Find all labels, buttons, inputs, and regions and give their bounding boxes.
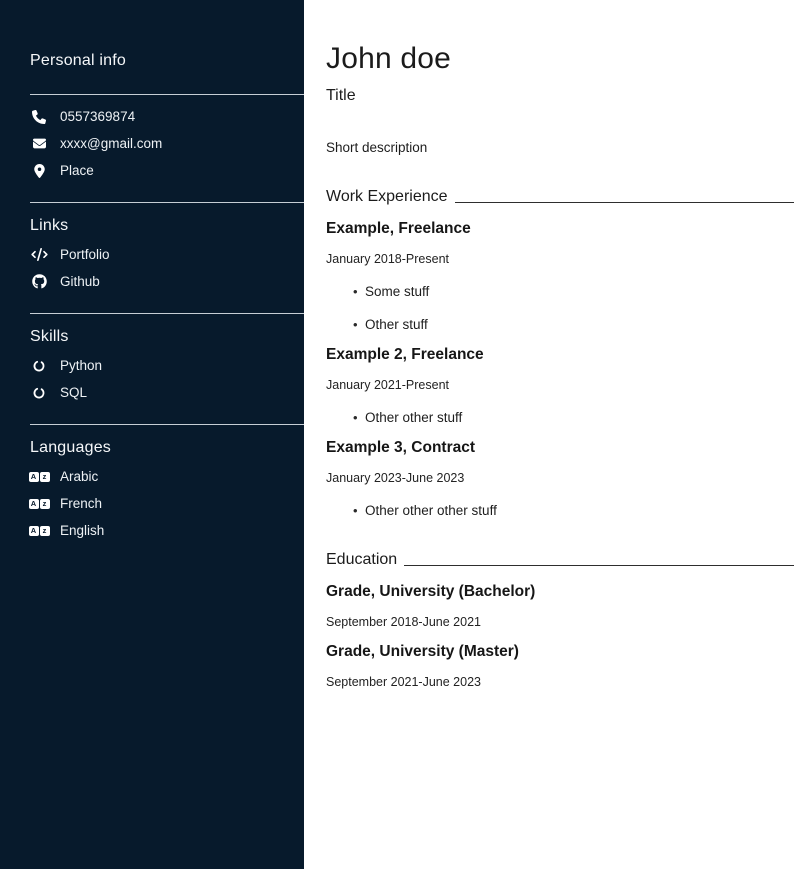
- phone-icon: [30, 110, 48, 124]
- email-address: xxxx@gmail.com: [60, 136, 162, 151]
- sidebar-section-title-languages: Languages: [30, 439, 304, 457]
- language-icon: Az: [30, 499, 48, 509]
- work-entry-date: January 2018-Present: [326, 252, 794, 266]
- section-heading-work-experience: Work Experience: [326, 188, 794, 206]
- work-entry-bullets: Other other stuff: [326, 410, 794, 425]
- sidebar-section-title-personal-info: Personal info: [30, 52, 304, 70]
- link-item-github[interactable]: Github: [30, 268, 304, 295]
- language-arabic: Arabic: [60, 469, 98, 484]
- work-entry: Example 2, Freelance January 2021-Presen…: [326, 346, 794, 425]
- contact-item-phone: 0557369874: [30, 103, 304, 130]
- github-link[interactable]: Github: [60, 274, 100, 289]
- sidebar: Personal info 0557369874 xxxx@gmail.com …: [0, 0, 304, 869]
- sidebar-divider: [30, 202, 304, 203]
- short-description: Short description: [326, 140, 794, 155]
- language-item-english: Az English: [30, 517, 304, 544]
- sidebar-section-title-links: Links: [30, 217, 304, 235]
- bullet-item: Other stuff: [353, 317, 794, 332]
- code-icon: [30, 248, 48, 261]
- work-entry: Example 3, Contract January 2023-June 20…: [326, 439, 794, 518]
- location-pin-icon: [30, 164, 48, 178]
- skill-sql: SQL: [60, 385, 87, 400]
- education-entry: Grade, University (Bachelor) September 2…: [326, 583, 794, 629]
- portfolio-link[interactable]: Portfolio: [60, 247, 110, 262]
- work-entry-date: January 2021-Present: [326, 378, 794, 392]
- job-title: Title: [326, 87, 794, 105]
- education-entry-title: Grade, University (Master): [326, 643, 794, 661]
- main-content: John doe Title Short description Work Ex…: [304, 0, 794, 869]
- language-french: French: [60, 496, 102, 511]
- work-entry-title: Example, Freelance: [326, 220, 794, 238]
- bullet-item: Other other other stuff: [353, 503, 794, 518]
- work-entry-bullets: Some stuff Other stuff: [326, 284, 794, 332]
- section-heading-education: Education: [326, 551, 794, 569]
- sidebar-section-title-skills: Skills: [30, 328, 304, 346]
- section-rule: [404, 565, 794, 566]
- language-icon: Az: [30, 472, 48, 482]
- education-entry-date: September 2021-June 2023: [326, 675, 794, 689]
- language-item-arabic: Az Arabic: [30, 463, 304, 490]
- bullet-item: Some stuff: [353, 284, 794, 299]
- section-rule: [455, 202, 794, 203]
- education-entry: Grade, University (Master) September 202…: [326, 643, 794, 689]
- place-value: Place: [60, 163, 94, 178]
- education-heading-label: Education: [326, 551, 397, 569]
- language-icon: Az: [30, 526, 48, 536]
- person-name: John doe: [326, 42, 794, 76]
- work-entry-title: Example 2, Freelance: [326, 346, 794, 364]
- work-entry: Example, Freelance January 2018-Present …: [326, 220, 794, 332]
- education-entry-date: September 2018-June 2021: [326, 615, 794, 629]
- work-experience-heading-label: Work Experience: [326, 188, 448, 206]
- resume-page: Personal info 0557369874 xxxx@gmail.com …: [0, 0, 794, 869]
- circle-notch-icon: [30, 359, 48, 373]
- envelope-icon: [30, 137, 48, 150]
- work-entry-bullets: Other other other stuff: [326, 503, 794, 518]
- sidebar-divider: [30, 94, 304, 95]
- skill-python: Python: [60, 358, 102, 373]
- github-icon: [30, 274, 48, 289]
- education-entry-title: Grade, University (Bachelor): [326, 583, 794, 601]
- language-item-french: Az French: [30, 490, 304, 517]
- sidebar-divider: [30, 424, 304, 425]
- work-entry-title: Example 3, Contract: [326, 439, 794, 457]
- contact-item-email: xxxx@gmail.com: [30, 130, 304, 157]
- link-item-portfolio[interactable]: Portfolio: [30, 241, 304, 268]
- skill-item-python: Python: [30, 352, 304, 379]
- language-english: English: [60, 523, 104, 538]
- circle-notch-icon: [30, 386, 48, 400]
- work-entry-date: January 2023-June 2023: [326, 471, 794, 485]
- bullet-item: Other other stuff: [353, 410, 794, 425]
- phone-number: 0557369874: [60, 109, 135, 124]
- contact-item-place: Place: [30, 157, 304, 184]
- sidebar-divider: [30, 313, 304, 314]
- skill-item-sql: SQL: [30, 379, 304, 406]
